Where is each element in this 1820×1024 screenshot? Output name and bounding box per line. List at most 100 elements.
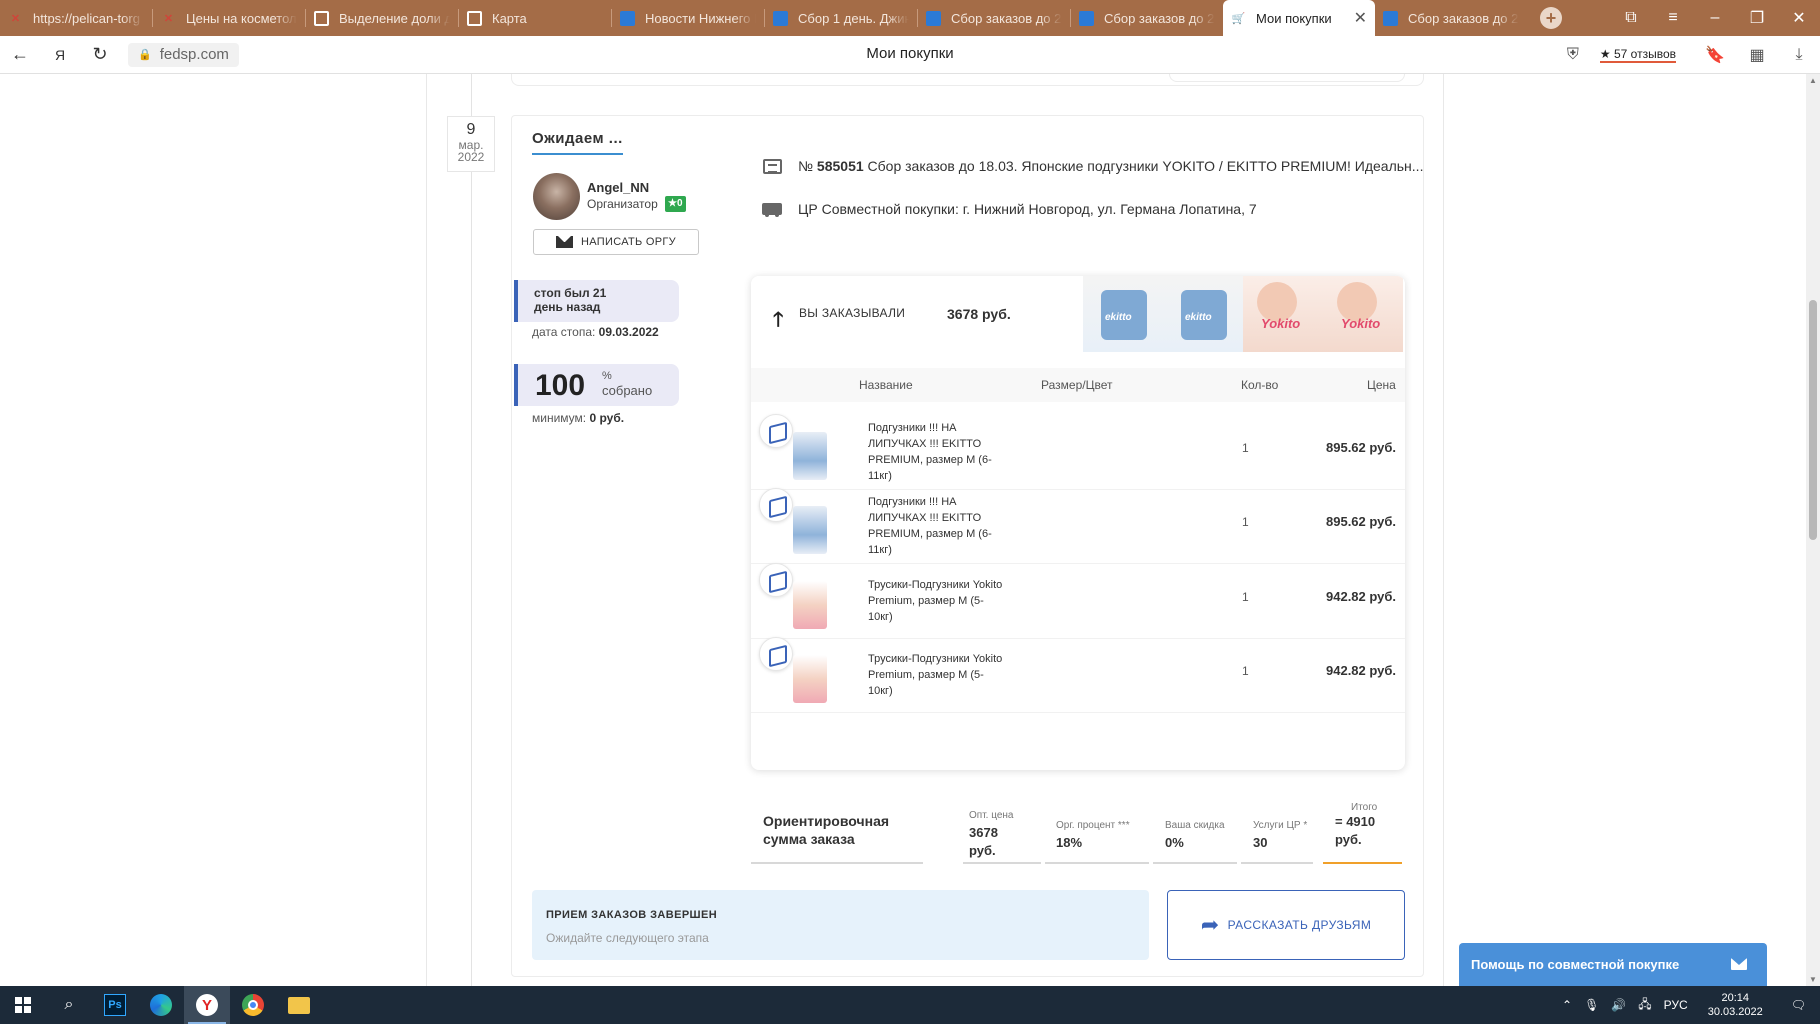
browser-tab[interactable]: Сбор заказов до 23 (918, 0, 1070, 36)
close-window-icon[interactable]: ✕ (1778, 8, 1820, 28)
minimum-amount: минимум: 0 руб. (532, 411, 624, 425)
previous-order-card (511, 74, 1424, 86)
scroll-thumb[interactable] (1809, 300, 1817, 540)
browser-tab[interactable]: Новости Нижнего Н (612, 0, 764, 36)
timeline-line (471, 74, 472, 986)
minimum-value: 0 руб. (589, 411, 625, 425)
start-button[interactable] (0, 986, 46, 1024)
table-row[interactable]: Трусики-Подгузники Yokito Premium, разме… (751, 627, 1405, 713)
tab-title: Сбор заказов до 23 (1104, 10, 1215, 26)
map-icon (467, 10, 482, 26)
network-icon[interactable]: 🖧 (1632, 995, 1657, 1016)
chevron-up-icon[interactable]: ⌃ (1556, 998, 1578, 1012)
product-thumbnail (793, 506, 827, 554)
truck-icon (762, 201, 782, 217)
product-thumbnail (793, 432, 827, 480)
tab-title: Карта (492, 10, 527, 26)
stop-date: дата стопа: 09.03.2022 (532, 325, 659, 339)
order-items-panel: 🡑 ВЫ ЗАКАЗЫВАЛИ 3678 руб. Название Разме… (751, 276, 1405, 770)
reload-icon[interactable]: ↻ (80, 44, 120, 65)
clock[interactable]: 20:14 30.03.2022 (1694, 991, 1777, 1019)
chrome-icon[interactable] (230, 986, 276, 1024)
purchase-link[interactable]: № 585051 Сбор заказов до 18.03. Японские… (762, 158, 1423, 174)
tab-title: Мои покупки (1256, 10, 1332, 26)
order-status: Ожидаем ... (532, 130, 623, 155)
share-button[interactable]: ➦ РАССКАЗАТЬ ДРУЗЬЯМ (1167, 890, 1405, 960)
menu-icon[interactable]: ≡ (1652, 9, 1694, 27)
date-year: 2022 (457, 150, 485, 164)
yandex-browser-icon[interactable]: Y (184, 986, 230, 1024)
edge-icon[interactable] (138, 986, 184, 1024)
date-day: 9 (466, 121, 476, 138)
table-row[interactable]: Подгузники !!! НА ЛИПУЧКАХ !!! EKITTO PR… (751, 478, 1405, 564)
browser-tab[interactable]: 🛒 Мои покупки ✕ (1223, 0, 1375, 36)
explorer-icon[interactable] (276, 986, 322, 1024)
summary-total-value-wrap: = 4910 руб. (1335, 810, 1387, 849)
mail-icon (1731, 958, 1747, 970)
organizer-role: Организатор (587, 197, 658, 211)
browser-tab[interactable]: Сбор заказов до 23 (1375, 0, 1527, 36)
help-chat-bar[interactable]: Помощь по совместной покупке (1459, 943, 1767, 986)
x-icon: ✕ (10, 12, 21, 25)
product-name[interactable]: Трусики-Подгузники Yokito Premium, разме… (868, 651, 1008, 699)
tab-title: https://pelican-torg (33, 10, 140, 26)
total-value: = 4910 руб. (1335, 814, 1376, 847)
ordered-header[interactable]: 🡑 ВЫ ЗАКАЗЫВАЛИ 3678 руб. (751, 276, 1405, 356)
windows-icon (15, 997, 31, 1013)
tab-title: Цены на косметолог (186, 10, 297, 26)
purchase-title[interactable]: Сбор заказов до 18.03. Японские подгузни… (868, 158, 1424, 174)
collections-icon[interactable]: ▦ (1736, 45, 1778, 65)
write-organizer-button[interactable]: НАПИСАТЬ ОРГУ (533, 229, 699, 255)
package-icon (759, 563, 793, 597)
tab-title: Выделение доли де (339, 10, 450, 26)
microphone-icon[interactable]: 🎙 (1578, 998, 1605, 1012)
download-icon[interactable]: ⤓ (1778, 46, 1820, 64)
protect-icon[interactable]: ⛨ (1552, 46, 1594, 64)
browser-tab[interactable]: Сбор 1 день. Джин (765, 0, 917, 36)
yandex-icon[interactable]: Я (40, 47, 80, 63)
language-indicator[interactable]: РУС (1658, 998, 1694, 1012)
square-icon (926, 10, 941, 26)
product-name[interactable]: Подгузники !!! НА ЛИПУЧКАХ !!! EKITTO PR… (868, 494, 1008, 558)
scroll-down-icon[interactable]: ▼ (1806, 975, 1820, 984)
photo-icon (314, 10, 329, 26)
product-qty: 1 (1242, 515, 1249, 529)
pickup-text: ЦР Совместной покупки: г. Нижний Новгоро… (798, 201, 1257, 217)
scroll-up-icon[interactable]: ▲ (1806, 76, 1820, 85)
clock-date: 30.03.2022 (1707, 1006, 1763, 1018)
restore-icon[interactable]: ❐ (1736, 8, 1778, 28)
reviews-link[interactable]: ★ 57 отзывов (1599, 47, 1676, 63)
summary-opt: Опт. цена 3678 руб. (969, 810, 1027, 860)
collected-unit: % (602, 370, 612, 382)
tab-title: Сбор заказов до 23 (1408, 10, 1519, 26)
search-icon[interactable]: ⌕ (46, 986, 92, 1024)
browser-tab[interactable]: Выделение доли де (306, 0, 458, 36)
browser-tab[interactable]: ✕ https://pelican-torg (0, 0, 152, 36)
product-name[interactable]: Подгузники !!! НА ЛИПУЧКАХ !!! EKITTO PR… (868, 420, 1008, 484)
window-controls: ⧉ ≡ – ❐ ✕ (1610, 0, 1820, 36)
square-icon (620, 10, 635, 26)
new-tab-button[interactable]: + (1527, 0, 1575, 36)
minimize-icon[interactable]: – (1694, 9, 1736, 27)
page-scrollbar[interactable]: ▲ ▼ (1806, 74, 1820, 986)
tabs-menu-icon[interactable]: ⧉ (1610, 9, 1652, 27)
volume-icon[interactable]: 🔊 (1605, 998, 1632, 1012)
avatar[interactable] (533, 173, 580, 220)
bookmark-icon[interactable]: 🔖 (1694, 45, 1736, 65)
browser-tab[interactable]: Карта (459, 0, 611, 36)
summary-underline (751, 862, 923, 864)
photoshop-icon[interactable]: Ps (92, 986, 138, 1024)
browser-tab[interactable]: ✕ Цены на косметолог (153, 0, 305, 36)
close-tab-icon[interactable]: ✕ (1354, 8, 1367, 28)
url-field[interactable]: 🔒 fedsp.com (128, 42, 239, 67)
back-icon[interactable]: ← (0, 44, 40, 65)
organizer-name[interactable]: Angel_NN (587, 180, 649, 195)
product-thumbnail (793, 655, 827, 703)
org-label: Орг. процент *** (1056, 820, 1130, 831)
browser-tab[interactable]: Сбор заказов до 23 (1071, 0, 1223, 36)
summary-discount: Ваша скидка 0% (1165, 820, 1225, 852)
product-name[interactable]: Трусики-Подгузники Yokito Premium, разме… (868, 577, 1008, 625)
notifications-icon[interactable]: 🗨 (1777, 998, 1820, 1012)
rating-badge: ★0 (665, 196, 686, 212)
summary-underline (1153, 862, 1237, 864)
